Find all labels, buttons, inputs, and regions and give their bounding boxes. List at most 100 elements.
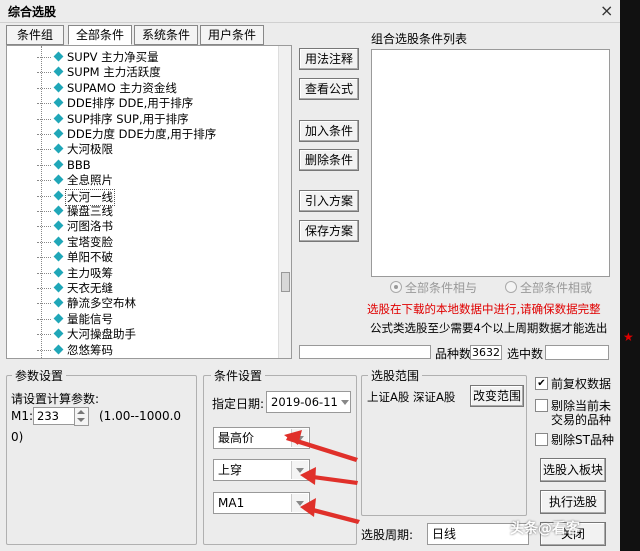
- fq-label: 前复权数据: [551, 377, 612, 391]
- fq-checkbox[interactable]: ✔: [535, 377, 548, 390]
- tab-system-conditions[interactable]: 系统条件: [134, 25, 198, 45]
- tree-connector: [37, 241, 51, 243]
- list-scrollbar[interactable]: [278, 46, 291, 358]
- diamond-icon: [53, 128, 64, 139]
- diamond-icon: [53, 267, 64, 278]
- tree-connector: [37, 226, 51, 228]
- tree-connector: [37, 195, 51, 197]
- exclude-st-label: 剔除ST品种: [551, 433, 614, 447]
- tree-connector: [37, 118, 51, 120]
- scope-value: 上证A股 深证A股: [367, 390, 456, 404]
- radio-all-or-label: 全部条件相或: [520, 281, 593, 295]
- list-item-label: 忽悠筹码: [67, 342, 113, 357]
- diamond-icon: [53, 220, 64, 231]
- list-item-label: 静流多空布林: [67, 296, 136, 311]
- tree-line: [41, 46, 42, 358]
- tree-connector: [37, 211, 51, 212]
- tree-connector: [37, 103, 51, 105]
- add-to-block-button[interactable]: 选股入板块: [540, 458, 606, 482]
- diamond-icon: [53, 236, 64, 247]
- delete-condition-button[interactable]: 删除条件: [299, 149, 359, 171]
- condition-list[interactable]: SUPV 主力净买量 SUPM 主力活跃度 SUPAMO 主力资金线 DDE排序 DD…: [6, 45, 292, 359]
- diamond-icon: [53, 159, 64, 170]
- radio-all-and-label: 全部条件相与: [405, 281, 478, 295]
- tab-all-conditions[interactable]: 全部条件: [68, 25, 132, 45]
- exclude-st-checkbox[interactable]: [535, 433, 548, 446]
- date-picker[interactable]: 2019-06-11: [266, 391, 351, 413]
- tree-connector: [37, 87, 51, 89]
- diamond-icon: [53, 51, 64, 62]
- field-select-3-value: MA1: [218, 496, 245, 510]
- spin-up-icon[interactable]: [77, 410, 85, 414]
- scrollbar-thumb[interactable]: [281, 272, 290, 292]
- list-item-label: 大河极限: [67, 142, 113, 157]
- date-dropdown-icon[interactable]: [337, 393, 349, 411]
- list-item-label: 大河操盘助手: [67, 327, 136, 342]
- diamond-icon: [53, 328, 64, 339]
- tree-connector: [37, 303, 51, 305]
- selected-count-label: 选中数: [507, 347, 544, 361]
- m1-label: M1:: [11, 409, 34, 423]
- m1-range: (1.00--1000.0: [99, 409, 182, 423]
- background-chart-strip: ★: [620, 0, 640, 551]
- tree-connector: [37, 288, 51, 289]
- data-notice-red: 选股在下载的本地数据中进行,请确保数据完整: [367, 302, 601, 316]
- list-item-label: 单阳不破: [67, 250, 113, 265]
- tree-connector: [37, 349, 51, 351]
- list-item-label: 河图洛书: [67, 219, 113, 234]
- tree-connector: [37, 164, 51, 166]
- list-item-label: 主力吸筹: [67, 265, 113, 280]
- watermark: 头条@看客: [510, 521, 580, 537]
- import-scheme-button[interactable]: 引入方案: [299, 190, 359, 212]
- view-formula-button[interactable]: 查看公式: [299, 78, 359, 100]
- tab-user-conditions[interactable]: 用户条件: [200, 25, 264, 45]
- period-label: 选股周期:: [361, 528, 414, 542]
- scope-group-title: 选股范围: [368, 367, 423, 384]
- tree-connector: [37, 257, 51, 259]
- params-prompt: 请设置计算参数:: [11, 392, 100, 406]
- diamond-icon: [53, 205, 64, 216]
- diamond-icon: [53, 82, 64, 93]
- tree-connector: [37, 318, 51, 320]
- m1-input[interactable]: 233: [33, 407, 76, 425]
- stock-screener-window: 综合选股 × 条件组 全部条件 系统条件 用户条件 SUPV 主力净买量 SUPM…: [0, 0, 621, 551]
- conditions-group-title: 条件设置: [211, 367, 266, 384]
- add-condition-button[interactable]: 加入条件: [299, 120, 359, 142]
- usage-notes-button[interactable]: 用法注释: [299, 48, 359, 70]
- list-item-label: 宝塔变脸: [67, 234, 113, 249]
- execute-screen-button[interactable]: 执行选股: [540, 490, 606, 514]
- tab-condition-group[interactable]: 条件组: [6, 25, 64, 45]
- tree-connector: [37, 57, 51, 58]
- spin-down-icon[interactable]: [77, 418, 85, 422]
- m1-spinner[interactable]: [74, 407, 89, 426]
- radio-all-or[interactable]: [505, 281, 517, 293]
- date-label: 指定日期:: [212, 397, 265, 411]
- list-item-label: SUPAMO 主力资金线: [67, 80, 177, 95]
- close-icon[interactable]: ×: [600, 1, 613, 20]
- radio-all-and[interactable]: [390, 281, 402, 293]
- diamond-icon: [53, 143, 64, 154]
- tree-connector: [37, 180, 51, 182]
- list-item-label: DDE力度 DDE力度,用于排序: [67, 127, 217, 141]
- red-arrows-annotation: [284, 430, 360, 524]
- diamond-icon: [53, 344, 64, 355]
- list-item-label: 操盘三线: [67, 204, 113, 218]
- list-item-label: SUP排序 SUP,用于排序: [67, 111, 189, 126]
- list-item-label: 天衣无缝: [67, 281, 113, 295]
- tree-connector: [37, 134, 51, 135]
- diamond-icon: [53, 282, 64, 293]
- tree-connector: [37, 149, 51, 151]
- red-arrow-3-head: [300, 498, 316, 517]
- count-label: 品种数: [435, 347, 472, 361]
- tree-connector: [37, 272, 51, 274]
- combo-condition-list[interactable]: [371, 49, 610, 277]
- list-item-label: 量能信号: [67, 311, 113, 326]
- save-scheme-button[interactable]: 保存方案: [299, 220, 359, 242]
- field-select-1-value: 最高价: [218, 431, 255, 445]
- exclude-suspended-checkbox[interactable]: [535, 399, 548, 412]
- count-value: 3632: [470, 345, 502, 360]
- field-select-2-value: 上穿: [218, 463, 243, 477]
- list-item-label: DDE排序 DDE,用于排序: [67, 96, 194, 111]
- change-range-button[interactable]: 改变范围: [470, 385, 524, 407]
- diamond-icon: [53, 174, 64, 185]
